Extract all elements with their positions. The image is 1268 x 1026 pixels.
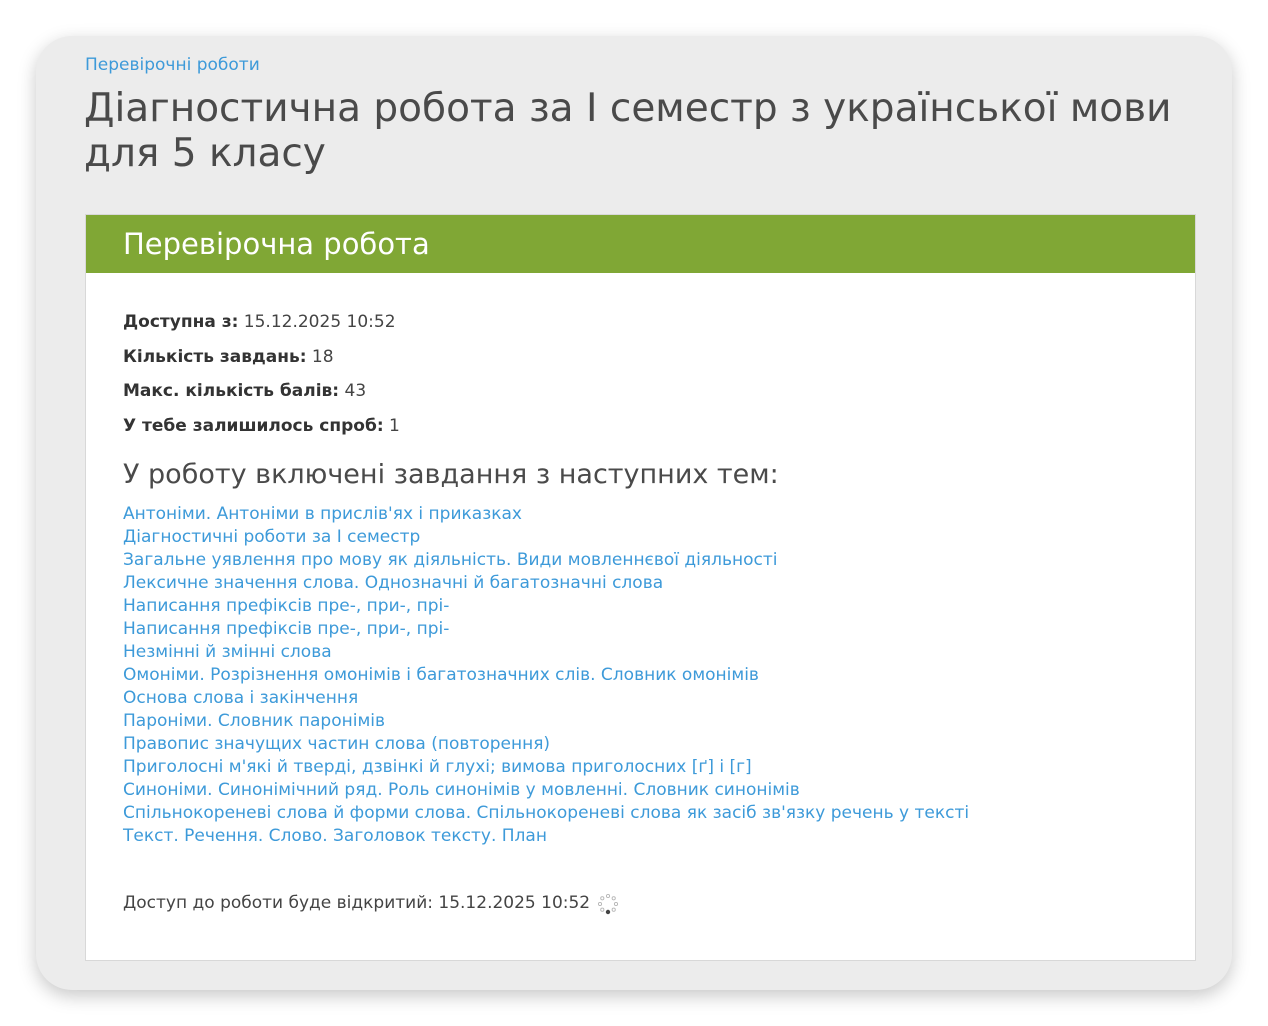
topic-item: Діагностичні роботи за І семестр [123, 526, 969, 549]
topic-item: Синоніми. Синонімічний ряд. Роль синонім… [123, 779, 969, 802]
info-row-available-from: Доступна з: 15.12.2025 10:52 [123, 311, 400, 346]
topic-link[interactable]: Пароніми. Словник паронімів [123, 711, 385, 731]
topic-item: Правопис значущих частин слова (повторен… [123, 733, 969, 756]
topic-item: Основа слова і закінчення [123, 687, 969, 710]
panel-header: Перевірочна робота [86, 215, 1195, 273]
topics-list: Антоніми. Антоніми в прислів'ях і приказ… [123, 503, 969, 848]
topic-item: Спільнокореневі слова й форми слова. Спі… [123, 802, 969, 825]
topic-link[interactable]: Незмінні й змінні слова [123, 642, 332, 662]
topic-item: Текст. Речення. Слово. Заголовок тексту.… [123, 825, 969, 848]
info-label: Кількість завдань: [123, 346, 307, 367]
info-value: 43 [344, 381, 367, 401]
info-value: 1 [389, 415, 400, 436]
topic-link[interactable]: Основа слова і закінчення [123, 688, 358, 708]
page-card: Перевірочні роботи Діагностична робота з… [36, 36, 1232, 990]
topics-heading: У роботу включені завдання з наступних т… [123, 459, 779, 490]
topic-link[interactable]: Написання префіксів пре-, при-, прі- [123, 596, 449, 616]
topic-item: Антоніми. Антоніми в прислів'ях і приказ… [123, 503, 969, 526]
loading-spinner-icon [597, 893, 619, 915]
topic-link[interactable]: Антоніми. Антоніми в прислів'ях і приказ… [123, 504, 522, 524]
topic-link[interactable]: Синоніми. Синонімічний ряд. Роль синонім… [123, 780, 800, 800]
topic-item: Загальне уявлення про мову як діяльність… [123, 549, 969, 572]
info-label: Макс. кількість балів: [123, 381, 340, 401]
topic-link[interactable]: Діагностичні роботи за І семестр [123, 527, 420, 547]
info-row-task-count: Кількість завдань: 18 [123, 346, 400, 381]
panel-title: Перевірочна робота [123, 227, 430, 261]
info-label: У тебе залишилось спроб: [123, 415, 384, 436]
info-value: 18 [311, 346, 334, 367]
topic-item: Омоніми. Розрізнення омонімів і багатозн… [123, 664, 969, 687]
info-row-max-score: Макс. кількість балів: 43 [123, 380, 400, 415]
topic-item: Приголосні м'які й тверді, дзвінкі й глу… [123, 756, 969, 779]
page-title: Діагностична робота за І семестр з украї… [84, 86, 1172, 176]
topic-link[interactable]: Приголосні м'які й тверді, дзвінкі й глу… [123, 757, 752, 777]
test-panel: Перевірочна робота Доступна з: 15.12.202… [85, 214, 1196, 961]
topic-link[interactable]: Спільнокореневі слова й форми слова. Спі… [123, 803, 969, 823]
topic-link[interactable]: Лексичне значення слова. Однозначні й ба… [123, 573, 663, 593]
topic-link[interactable]: Текст. Речення. Слово. Заголовок тексту.… [123, 826, 547, 846]
topic-link[interactable]: Правопис значущих частин слова (повторен… [123, 734, 550, 754]
topic-link[interactable]: Написання префіксів пре-, при-, прі- [123, 619, 449, 639]
breadcrumb-link[interactable]: Перевірочні роботи [85, 54, 260, 76]
topic-item: Написання префіксів пре-, при-, прі- [123, 595, 969, 618]
access-open-text: Доступ до роботи буде відкритий: 15.12.2… [123, 893, 591, 913]
info-value: 15.12.2025 10:52 [243, 312, 396, 332]
topic-item: Лексичне значення слова. Однозначні й ба… [123, 572, 969, 595]
info-row-attempts-left: У тебе залишилось спроб: 1 [123, 415, 400, 450]
info-block: Доступна з: 15.12.2025 10:52 Кількість з… [123, 311, 400, 449]
topic-item: Написання префіксів пре-, при-, прі- [123, 618, 969, 641]
topic-item: Незмінні й змінні слова [123, 641, 969, 664]
info-label: Доступна з: [123, 312, 239, 332]
topic-item: Пароніми. Словник паронімів [123, 710, 969, 733]
topic-link[interactable]: Омоніми. Розрізнення омонімів і багатозн… [123, 665, 759, 685]
topic-link[interactable]: Загальне уявлення про мову як діяльність… [123, 550, 778, 570]
